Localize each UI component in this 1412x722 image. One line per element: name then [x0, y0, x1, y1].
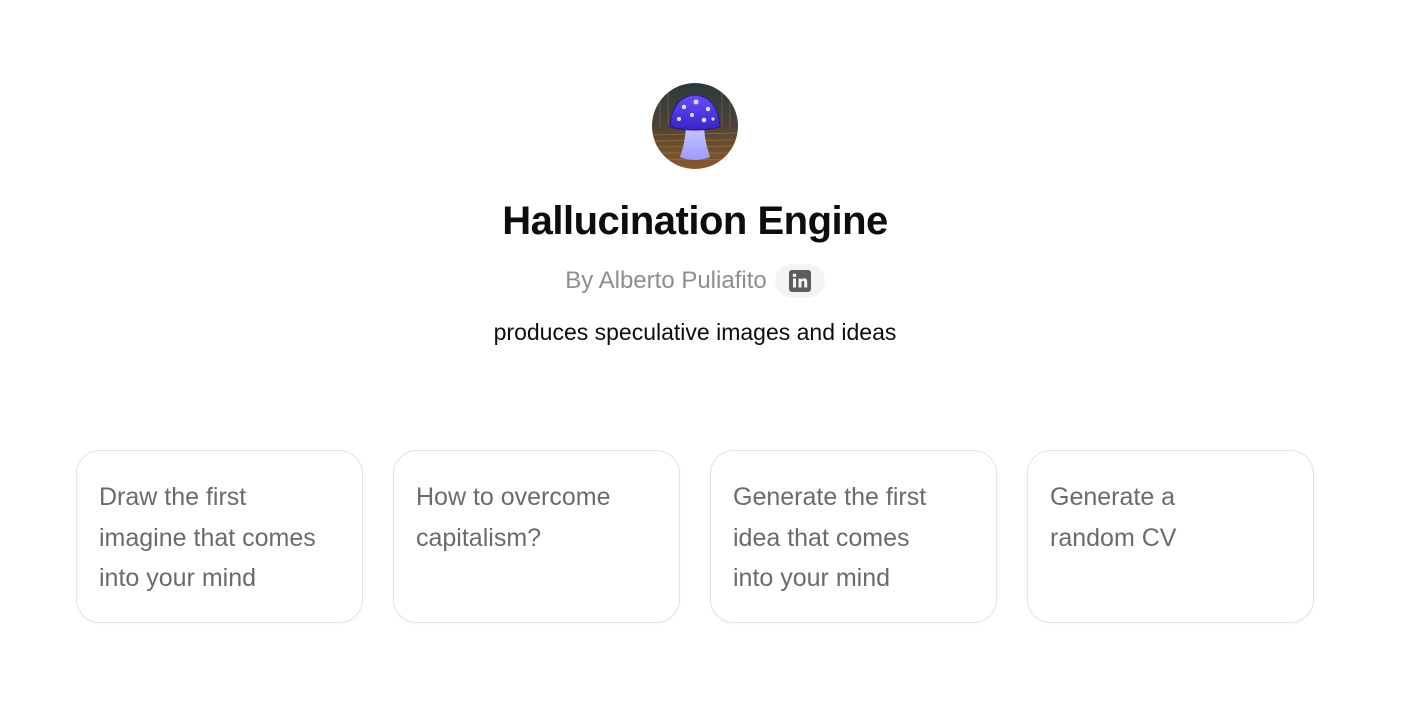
prompt-card[interactable]: Draw the first imagine that comes into y…	[76, 450, 363, 623]
prompt-card[interactable]: Generate the first idea that comes into …	[710, 450, 997, 623]
prompt-card[interactable]: How to overcome capitalism?	[393, 450, 680, 623]
prompt-card-label: Draw the first imagine that comes into y…	[99, 483, 316, 592]
mushroom-avatar-icon	[652, 83, 738, 169]
prompt-card[interactable]: Generate a random CV	[1027, 450, 1314, 623]
page-title: Hallucination Engine	[502, 199, 888, 243]
gpt-landing-page: Hallucination Engine By Alberto Puliafit…	[0, 0, 1412, 722]
prompt-suggestions: Draw the first imagine that comes into y…	[76, 450, 1314, 623]
description: produces speculative images and ideas	[493, 319, 897, 345]
linkedin-icon	[788, 270, 811, 292]
linkedin-link[interactable]	[774, 264, 825, 298]
prompt-card-label: Generate a random CV	[1050, 483, 1177, 552]
prompt-card-label: How to overcome capitalism?	[416, 483, 611, 552]
prompt-card-label: Generate the first idea that comes into …	[733, 483, 927, 592]
author-name: By Alberto Puliafito	[565, 267, 767, 294]
author-row: By Alberto Puliafito	[0, 264, 1390, 298]
